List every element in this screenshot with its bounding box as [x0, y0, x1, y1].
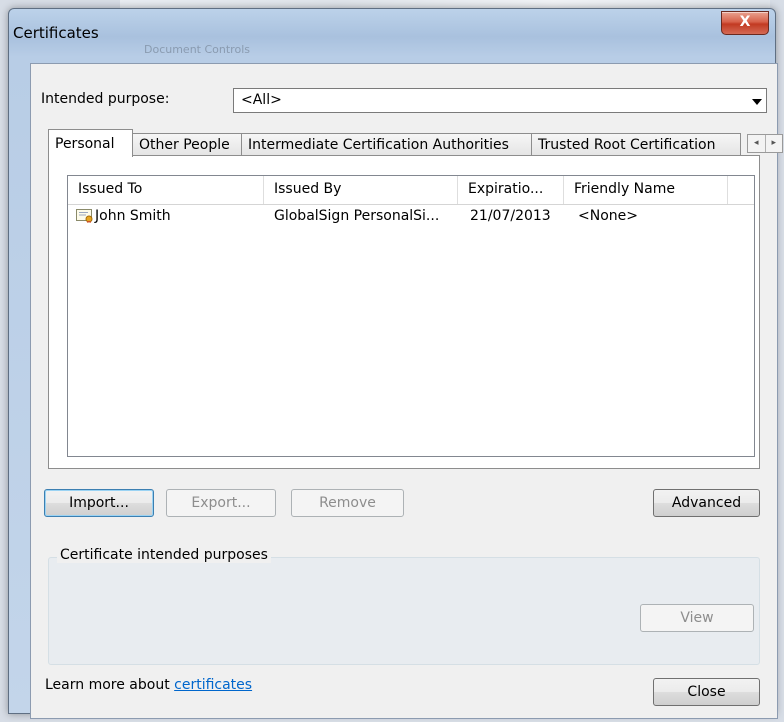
certificate-list[interactable]: Issued To Issued By Expiratio... Friendl…: [67, 175, 755, 457]
tab-other-people[interactable]: Other People: [132, 133, 242, 156]
remove-button[interactable]: Remove: [291, 489, 404, 517]
import-button[interactable]: Import...: [44, 489, 154, 517]
dialog-title: Certificates: [13, 24, 99, 42]
intended-purpose-select[interactable]: <All>: [233, 88, 767, 113]
scroll-left-icon[interactable]: ◂: [748, 135, 765, 152]
personal-tab-panel: Issued To Issued By Expiratio... Friendl…: [48, 155, 760, 469]
issued-by-cell: GlobalSign PersonalSi...: [274, 208, 440, 224]
background-window-title: Document Controls: [144, 43, 250, 56]
export-button[interactable]: Export...: [166, 489, 276, 517]
view-button[interactable]: View: [640, 604, 754, 632]
column-friendly-name[interactable]: Friendly Name: [564, 176, 728, 204]
close-button[interactable]: Close: [653, 678, 760, 706]
purposes-group-title: Certificate intended purposes: [57, 547, 271, 563]
learn-more-prefix: Learn more about: [45, 677, 175, 693]
expiration-cell: 21/07/2013: [470, 208, 551, 224]
certificates-link[interactable]: certificates: [174, 677, 252, 693]
intended-purpose-label: Intended purpose:: [41, 91, 170, 107]
list-header: Issued To Issued By Expiratio... Friendl…: [68, 176, 754, 205]
certificate-icon: [76, 209, 93, 223]
tab-personal[interactable]: Personal: [48, 129, 133, 157]
chevron-down-icon: [752, 99, 762, 105]
scroll-right-icon[interactable]: ▸: [764, 135, 783, 152]
close-icon: X: [739, 14, 751, 30]
column-expiration[interactable]: Expiratio...: [458, 176, 564, 204]
window-close-button[interactable]: X: [721, 11, 769, 35]
learn-more-text: Learn more about certificates: [45, 677, 252, 693]
dialog-client-area: Intended purpose: <All> Other People Int…: [30, 63, 783, 719]
tab-intermediate-ca[interactable]: Intermediate Certification Authorities: [241, 133, 532, 156]
intended-purpose-value: <All>: [241, 92, 282, 108]
column-issued-by[interactable]: Issued By: [264, 176, 458, 204]
certificate-store-tabs: Other People Intermediate Certification …: [48, 129, 783, 157]
certificates-dialog: Certificates Document Controls X Intende…: [8, 8, 783, 719]
advanced-button[interactable]: Advanced: [653, 489, 760, 517]
tab-scroll-buttons: ◂ ▸: [747, 134, 783, 153]
friendly-name-cell: <None>: [578, 208, 638, 224]
column-issued-to[interactable]: Issued To: [68, 176, 264, 204]
issued-to-cell: John Smith: [95, 208, 171, 224]
tab-trusted-root-ca[interactable]: Trusted Root Certification: [531, 133, 741, 156]
certificate-purposes-group: Certificate intended purposes View: [48, 547, 760, 665]
table-row[interactable]: John Smith GlobalSign PersonalSi... 21/0…: [68, 204, 754, 228]
